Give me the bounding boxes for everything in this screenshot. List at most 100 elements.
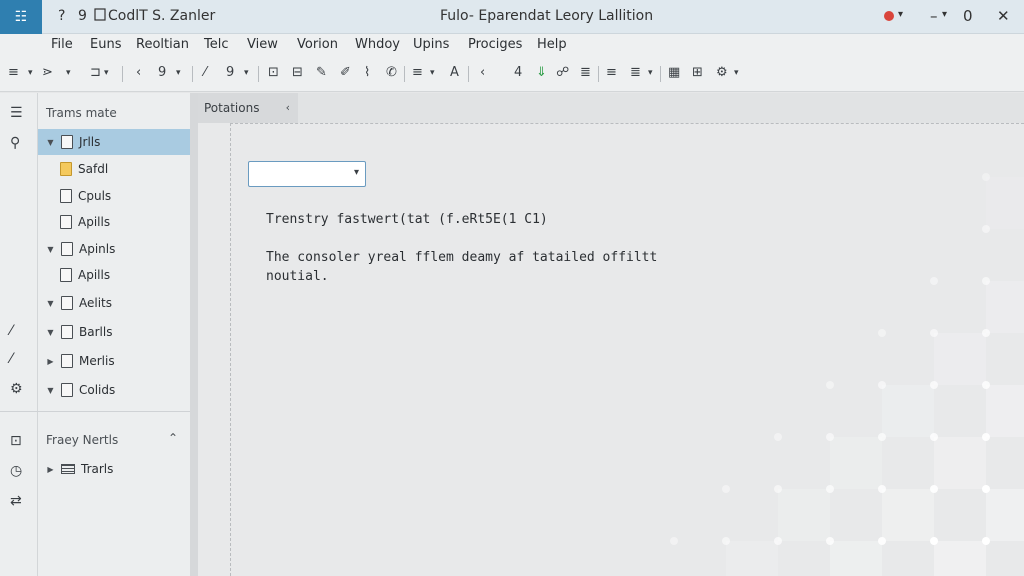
- tree-item-label: Jrlls: [79, 135, 101, 149]
- file-icon: [60, 268, 72, 282]
- chevron-up-icon[interactable]: ⌃: [168, 431, 178, 445]
- app-menu-icon[interactable]: ☷: [0, 0, 42, 34]
- chevron-down-icon[interactable]: ▼: [44, 299, 57, 308]
- menu-whdoy[interactable]: Whdoy: [355, 37, 400, 52]
- pencil-icon[interactable]: ⁄: [10, 351, 12, 367]
- quick-action-icon[interactable]: 9: [78, 8, 87, 24]
- chevron-down-icon[interactable]: ▾: [430, 68, 435, 78]
- menu-file[interactable]: File: [51, 37, 73, 52]
- search-icon[interactable]: ⚲: [10, 135, 20, 151]
- settings-icon[interactable]: ⚙: [716, 65, 728, 80]
- frame-icon[interactable]: ⊡: [268, 65, 279, 80]
- panel-separator: [38, 411, 190, 412]
- maximize-button[interactable]: 0: [963, 7, 973, 25]
- tab-potations[interactable]: Potations ‹: [198, 93, 298, 123]
- toolbar-separator: [192, 66, 193, 82]
- tree-item[interactable]: ▼ Colids: [38, 377, 190, 403]
- forward-icon[interactable]: ⋗: [42, 65, 53, 80]
- tree-item[interactable]: ▼ Aelits: [38, 290, 190, 316]
- bracket-icon[interactable]: ⊐: [90, 65, 101, 80]
- chevron-left-icon[interactable]: ‹: [286, 101, 290, 114]
- help-icon[interactable]: ?: [58, 8, 65, 24]
- grid-tile: [986, 281, 1024, 333]
- outdent-icon[interactable]: ≣: [630, 65, 641, 80]
- panel-splitter[interactable]: [190, 93, 198, 576]
- extensions-icon[interactable]: ⚙: [10, 381, 23, 397]
- file-icon: [60, 215, 72, 229]
- chevron-down-icon[interactable]: ▼: [44, 245, 57, 254]
- section-title[interactable]: Fraey Nertls: [46, 433, 118, 447]
- tree-item[interactable]: ▼ Jrlls: [38, 129, 190, 155]
- record-icon[interactable]: [884, 11, 894, 21]
- list-icon[interactable]: ≡: [412, 65, 423, 80]
- pen-icon[interactable]: ⁄: [10, 323, 12, 339]
- menu-vorion[interactable]: Vorion: [297, 37, 338, 52]
- tree-item[interactable]: Safdl: [38, 156, 190, 182]
- history-icon[interactable]: ◷: [10, 463, 22, 479]
- download-icon[interactable]: ⇓: [536, 65, 547, 80]
- chevron-down-icon[interactable]: ▾: [176, 68, 181, 78]
- tree-item[interactable]: ▶ Merlis: [38, 348, 190, 374]
- chevron-left-icon[interactable]: ‹: [480, 65, 485, 80]
- chevron-down-icon[interactable]: ▼: [44, 138, 57, 147]
- link-icon[interactable]: ⌇: [364, 65, 370, 80]
- tree-item[interactable]: Cpuls: [38, 183, 190, 209]
- menu-help[interactable]: Help: [537, 37, 567, 52]
- grid-icon[interactable]: ▦: [668, 65, 680, 80]
- tree-item[interactable]: ▶ Trarls: [38, 456, 190, 482]
- chevron-down-icon[interactable]: ▾: [66, 68, 71, 78]
- source-control-icon[interactable]: ⊡: [10, 433, 22, 449]
- chevron-down-icon[interactable]: ▾: [354, 167, 359, 178]
- chevron-down-icon[interactable]: ▼: [44, 386, 57, 395]
- align-icon[interactable]: ≡: [8, 65, 19, 80]
- connect-icon[interactable]: ☍: [556, 65, 569, 80]
- pen-icon[interactable]: ⁄: [204, 65, 206, 80]
- menu-upins[interactable]: Upins: [413, 37, 449, 52]
- chevron-right-icon[interactable]: ▶: [44, 465, 57, 474]
- pencil-icon[interactable]: ✐: [340, 65, 351, 80]
- phone-icon[interactable]: ✆: [386, 65, 397, 80]
- document-name: CodlT S. Zanler: [108, 8, 216, 24]
- redo-icon[interactable]: 9: [158, 65, 166, 80]
- chevron-down-icon[interactable]: ▼: [44, 328, 57, 337]
- menu-prociges[interactable]: Prociges: [468, 37, 522, 52]
- back-icon[interactable]: ‹: [136, 65, 141, 80]
- chevron-right-icon[interactable]: ▶: [44, 357, 57, 366]
- text-icon[interactable]: A: [450, 65, 459, 80]
- crop-icon[interactable]: ⊟: [292, 65, 303, 80]
- menu-euns[interactable]: Euns: [90, 37, 121, 52]
- close-button[interactable]: ✕: [997, 7, 1010, 25]
- grid-tile: [778, 489, 830, 541]
- chevron-down-icon[interactable]: ▾: [648, 68, 653, 78]
- tree-item-label: Merlis: [79, 354, 115, 368]
- explorer-icon[interactable]: ☰: [10, 105, 23, 121]
- chevron-down-icon[interactable]: ▾: [942, 9, 947, 20]
- explorer-title: Trams mate: [46, 106, 117, 120]
- share-icon[interactable]: ⇄: [10, 493, 22, 509]
- tree-item[interactable]: Apills: [38, 262, 190, 288]
- chevron-down-icon[interactable]: ▾: [28, 68, 33, 78]
- menu-view[interactable]: View: [247, 37, 278, 52]
- number-icon[interactable]: 4: [514, 65, 522, 80]
- chevron-down-icon[interactable]: ▾: [898, 9, 903, 20]
- grid-dot: [774, 485, 782, 493]
- minimize-button[interactable]: –: [930, 7, 938, 25]
- chevron-down-icon[interactable]: ▾: [104, 68, 109, 78]
- chevron-down-icon[interactable]: ▾: [244, 68, 249, 78]
- menu-reoltian[interactable]: Reoltian: [136, 37, 189, 52]
- editor-text-line[interactable]: Trenstry fastwert(tat (f.eRt5E(1 C1): [266, 212, 548, 227]
- title-bar: ☷ ? 9 CodlT S. Zanler Fulo- Eparendat Le…: [0, 0, 1024, 34]
- chevron-down-icon[interactable]: ▾: [734, 68, 739, 78]
- dropdown-select[interactable]: ▾: [248, 161, 366, 187]
- menu-telc[interactable]: Telc: [204, 37, 229, 52]
- tree-item[interactable]: ▼ Barlls: [38, 319, 190, 345]
- brush-icon[interactable]: 9: [226, 65, 234, 80]
- edit-icon[interactable]: ✎: [316, 65, 327, 80]
- table-icon[interactable]: ≣: [580, 65, 591, 80]
- editor-text-paragraph[interactable]: The consoler yreal fflem deamy af tatail…: [266, 248, 657, 286]
- layout-icon[interactable]: ⊞: [692, 65, 703, 80]
- grid-tile: [882, 385, 934, 437]
- tree-item[interactable]: ▼ Apinls: [38, 236, 190, 262]
- indent-icon[interactable]: ≡: [606, 65, 617, 80]
- tree-item[interactable]: Apills: [38, 209, 190, 235]
